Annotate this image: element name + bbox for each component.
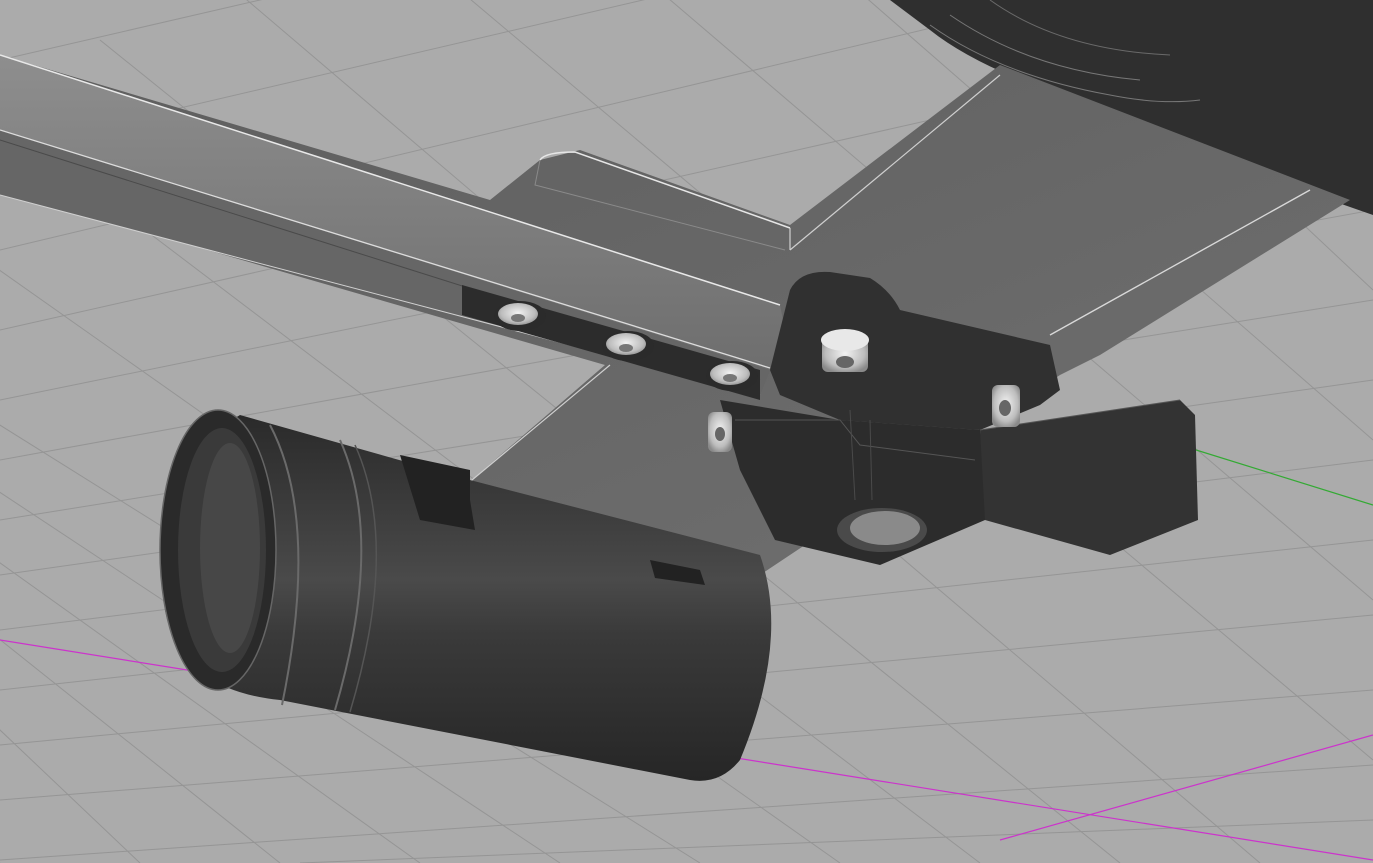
cad-3d-viewport[interactable] — [0, 0, 1373, 863]
screw-2 — [602, 331, 654, 361]
screw-4 — [821, 329, 869, 372]
screw-1 — [494, 301, 546, 331]
screw-6 — [708, 412, 732, 452]
screw-5 — [992, 385, 1020, 427]
screw-3 — [706, 361, 758, 391]
y-axis-line — [1179, 444, 1373, 506]
axis-magenta-3 — [999, 734, 1373, 841]
scene-canvas[interactable] — [0, 0, 1373, 863]
